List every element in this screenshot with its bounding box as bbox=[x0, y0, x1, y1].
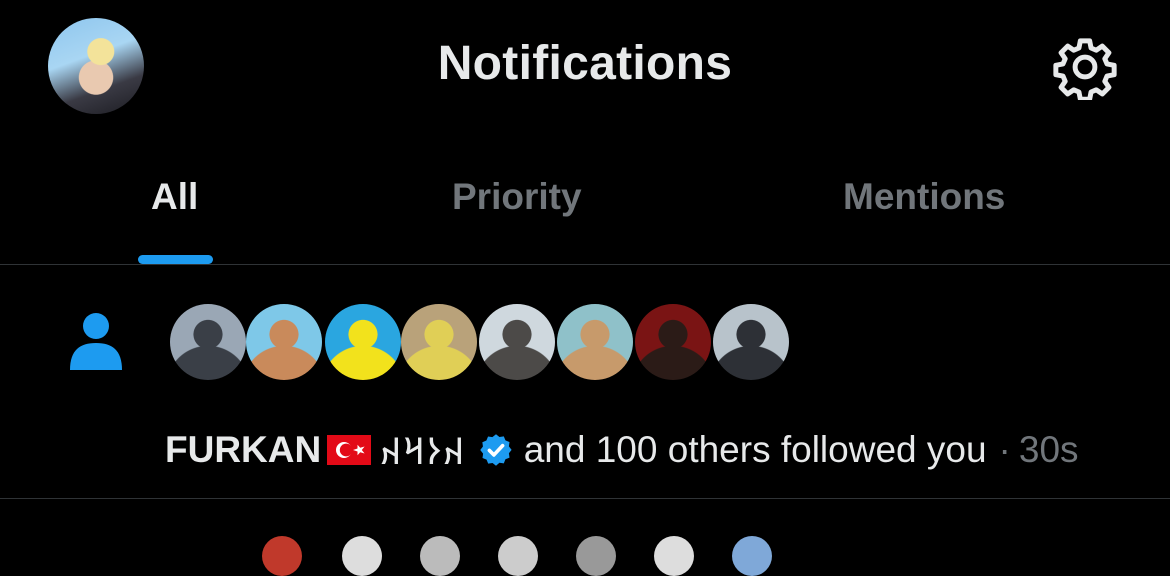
active-tab-indicator bbox=[138, 255, 213, 264]
follower-avatar[interactable] bbox=[479, 304, 555, 380]
next-notification-avatar[interactable] bbox=[342, 536, 382, 576]
person-icon bbox=[70, 313, 122, 370]
tab-mentions[interactable]: Mentions bbox=[843, 176, 1005, 218]
follower-avatar[interactable] bbox=[635, 304, 711, 380]
notification-text: FURKAN 𐰴𐰆𐰺𐰴 and 100 others followed you … bbox=[165, 424, 1079, 475]
follower-name[interactable]: FURKAN bbox=[165, 429, 321, 471]
gear-icon[interactable] bbox=[1052, 34, 1118, 100]
name-suffix: 𐰴𐰆𐰺𐰴 bbox=[379, 431, 466, 472]
follower-avatar[interactable] bbox=[557, 304, 633, 380]
follower-avatar[interactable] bbox=[170, 304, 246, 380]
next-notification-avatar[interactable] bbox=[420, 536, 460, 576]
notification-divider bbox=[0, 498, 1170, 499]
next-notification-avatar[interactable] bbox=[576, 536, 616, 576]
verified-badge-icon bbox=[479, 433, 512, 466]
timestamp: 30s bbox=[1018, 428, 1079, 470]
turkey-flag-icon bbox=[327, 434, 372, 465]
follower-avatar[interactable] bbox=[401, 304, 477, 380]
page-title: Notifications bbox=[437, 37, 733, 90]
separator-dot: · bbox=[998, 428, 1011, 470]
follower-avatar[interactable] bbox=[246, 304, 322, 380]
tab-all[interactable]: All bbox=[151, 176, 198, 218]
tabs-divider bbox=[0, 264, 1170, 265]
follower-avatar[interactable] bbox=[713, 304, 789, 380]
notification-message: and 100 others followed you bbox=[523, 428, 987, 470]
follower-avatar[interactable] bbox=[325, 304, 401, 380]
tab-priority[interactable]: Priority bbox=[452, 176, 582, 218]
next-notification-avatar[interactable] bbox=[262, 536, 302, 576]
next-notification-avatar[interactable] bbox=[498, 536, 538, 576]
next-notification-avatar[interactable] bbox=[732, 536, 772, 576]
next-notification-avatar[interactable] bbox=[654, 536, 694, 576]
